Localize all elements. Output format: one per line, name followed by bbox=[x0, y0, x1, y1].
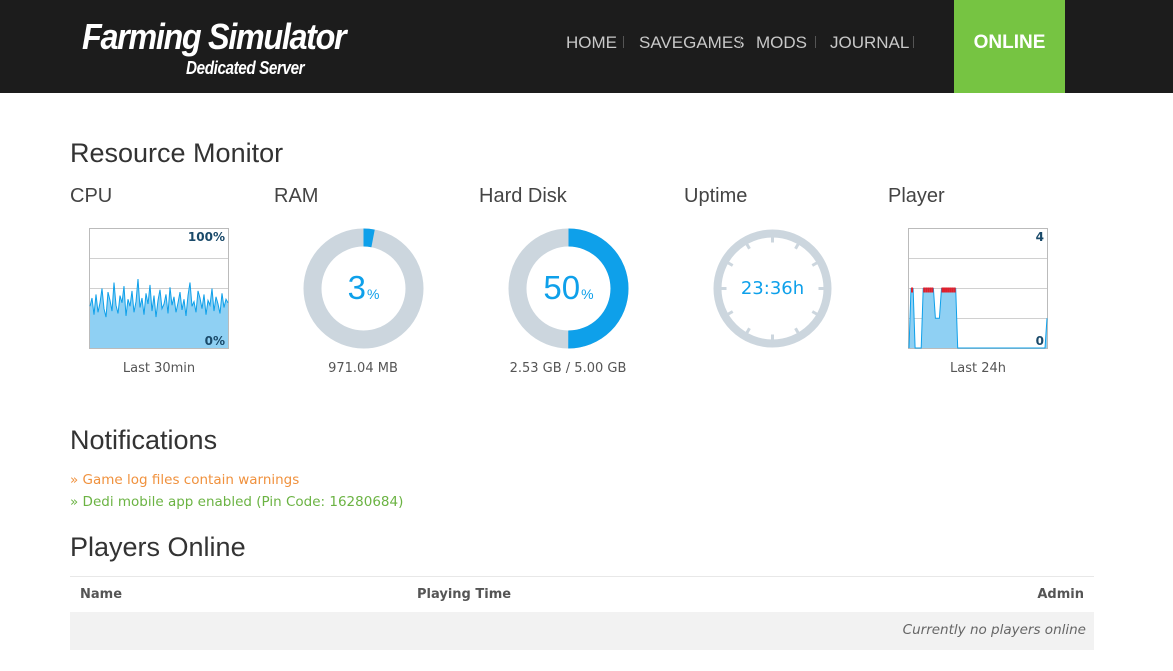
player-series-peak-marker bbox=[943, 287, 946, 293]
player-min-label: 0 bbox=[1036, 334, 1044, 348]
column-name[interactable]: Name bbox=[80, 587, 122, 602]
nav-mods[interactable]: MODS bbox=[756, 33, 807, 53]
column-playing-time[interactable]: Playing Time bbox=[417, 587, 511, 602]
nav-divider bbox=[815, 36, 816, 48]
player-series-peak-marker bbox=[931, 287, 934, 293]
player-series-peak-marker bbox=[951, 287, 954, 293]
resource-monitor-heading: Resource Monitor bbox=[70, 138, 284, 168]
clock-tick bbox=[811, 261, 819, 267]
ram-usage-donut: 3% bbox=[303, 228, 424, 349]
player-series-peak-marker bbox=[925, 287, 928, 293]
clock-tick bbox=[745, 327, 751, 335]
uptime-value: 23:36h bbox=[741, 278, 804, 299]
nav-divider bbox=[740, 36, 741, 48]
player-series-peak-marker bbox=[945, 287, 948, 293]
nav-savegames[interactable]: SAVEGAMES bbox=[639, 33, 745, 53]
server-status-badge[interactable]: ONLINE bbox=[954, 0, 1065, 93]
player-series-peak-marker bbox=[941, 287, 944, 293]
disk-caption: 2.53 GB / 5.00 GB bbox=[509, 361, 627, 376]
player-max-label: 4 bbox=[1036, 230, 1044, 244]
player-series-peak-marker bbox=[953, 287, 956, 293]
player-count-chart: 4 0 bbox=[908, 228, 1048, 349]
player-series-peak-marker bbox=[927, 287, 930, 293]
clock-tick bbox=[794, 242, 800, 250]
players-table: Name Playing Time Admin Currently no pla… bbox=[70, 576, 1094, 650]
disk-usage-donut: 50% bbox=[508, 228, 629, 349]
ram-caption: 971.04 MB bbox=[328, 361, 398, 376]
notifications-heading: Notifications bbox=[70, 425, 218, 455]
cpu-title: CPU bbox=[70, 185, 113, 207]
empty-players-message: Currently no players online bbox=[902, 622, 1086, 638]
table-row: Currently no players online bbox=[70, 612, 1094, 650]
cpu-caption: Last 30min bbox=[122, 361, 196, 376]
clock-tick bbox=[726, 310, 734, 316]
top-header-bar: Farming Simulator Dedicated Server HOME … bbox=[0, 0, 1173, 93]
player-title: Player bbox=[888, 185, 945, 207]
ram-percent-unit: % bbox=[367, 286, 379, 302]
disk-percent-readout: 50% bbox=[543, 269, 593, 306]
column-admin[interactable]: Admin bbox=[1037, 587, 1084, 602]
uptime-title: Uptime bbox=[684, 185, 748, 207]
uptime-clock-icon: 23:36h bbox=[713, 229, 832, 348]
ram-title: RAM bbox=[274, 185, 319, 207]
players-table-header: Name Playing Time Admin bbox=[70, 576, 1094, 612]
clock-tick bbox=[794, 327, 800, 335]
cpu-min-label: 0% bbox=[205, 334, 225, 348]
main-navigation: HOME SAVEGAMES MODS JOURNAL bbox=[0, 33, 954, 53]
player-series-peak-marker bbox=[947, 287, 950, 293]
disk-title: Hard Disk bbox=[479, 185, 567, 207]
player-series-peak-marker bbox=[911, 287, 914, 293]
player-caption: Last 24h bbox=[950, 361, 1006, 376]
clock-tick bbox=[811, 310, 819, 316]
server-status-label: ONLINE bbox=[973, 32, 1046, 53]
clock-tick bbox=[745, 242, 751, 250]
nav-journal[interactable]: JOURNAL bbox=[830, 33, 909, 53]
nav-divider bbox=[623, 36, 624, 48]
cpu-usage-chart: 100% 0% bbox=[89, 228, 229, 349]
player-series-peak-marker bbox=[929, 287, 932, 293]
clock-tick bbox=[726, 261, 734, 267]
player-series-peak-marker bbox=[923, 287, 926, 293]
player-series-peak-marker bbox=[949, 287, 952, 293]
players-online-heading: Players Online bbox=[70, 532, 246, 562]
notification-warning[interactable]: » Game log files contain warnings bbox=[70, 472, 299, 488]
nav-divider bbox=[913, 36, 914, 48]
disk-percent-value: 50 bbox=[543, 269, 580, 306]
logo-subtitle: Dedicated Server bbox=[186, 58, 305, 78]
cpu-max-label: 100% bbox=[188, 230, 225, 244]
notification-info: » Dedi mobile app enabled (Pin Code: 162… bbox=[70, 494, 404, 510]
ram-percent-readout: 3% bbox=[348, 269, 380, 306]
ram-percent-value: 3 bbox=[348, 269, 366, 306]
nav-home[interactable]: HOME bbox=[566, 33, 617, 53]
disk-percent-unit: % bbox=[581, 286, 593, 302]
